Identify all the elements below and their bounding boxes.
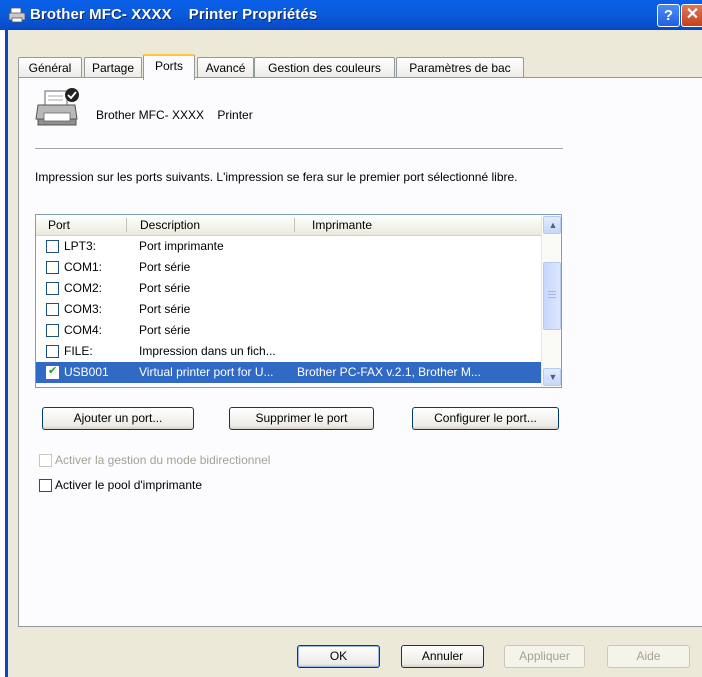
list-item[interactable]: COM2: Port série bbox=[36, 278, 541, 299]
scroll-down-button[interactable]: ▼ bbox=[543, 368, 561, 386]
list-item[interactable]: COM1: Port série bbox=[36, 257, 541, 278]
port-name: USB001 bbox=[64, 365, 109, 379]
add-port-button[interactable]: Ajouter un port... bbox=[42, 407, 194, 430]
tab-parametres-bac[interactable]: Paramètres de bac bbox=[396, 57, 524, 78]
chevron-down-icon: ▼ bbox=[548, 372, 558, 382]
chevron-up-icon: ▲ bbox=[548, 220, 558, 230]
port-description: Virtual printer port for U... bbox=[139, 365, 274, 379]
column-port[interactable]: Port bbox=[48, 218, 70, 232]
separator bbox=[35, 148, 563, 150]
port-name: COM1: bbox=[64, 260, 103, 274]
list-item[interactable]: COM3: Port série bbox=[36, 299, 541, 320]
port-description: Port série bbox=[139, 323, 191, 337]
tab-avance[interactable]: Avancé bbox=[197, 57, 254, 78]
list-item[interactable]: LPT3: Port imprimante bbox=[36, 236, 541, 257]
tab-gestion-couleurs[interactable]: Gestion des couleurs bbox=[254, 57, 395, 78]
port-description: Port série bbox=[139, 260, 191, 274]
bidirectional-checkbox[interactable] bbox=[39, 454, 52, 467]
port-description: Impression dans un fich... bbox=[139, 344, 276, 358]
printer-large-icon bbox=[35, 88, 79, 126]
port-description: Port imprimante bbox=[139, 239, 224, 253]
delete-port-button[interactable]: Supprimer le port bbox=[229, 407, 374, 430]
cancel-button[interactable]: Annuler bbox=[401, 645, 484, 668]
column-printer[interactable]: Imprimante bbox=[312, 218, 372, 232]
port-list[interactable]: Port Description Imprimante LPT3: Port i… bbox=[35, 214, 562, 388]
list-header: Port Description Imprimante bbox=[36, 215, 541, 236]
scroll-up-button[interactable]: ▲ bbox=[543, 216, 561, 234]
port-checkbox[interactable] bbox=[46, 303, 59, 316]
port-checkbox[interactable] bbox=[46, 345, 59, 358]
port-checkbox[interactable] bbox=[46, 364, 59, 379]
bidirectional-label: Activer la gestion du mode bidirectionne… bbox=[55, 453, 271, 467]
port-checkbox[interactable] bbox=[46, 282, 59, 295]
port-printer: Brother PC-FAX v.2.1, Brother M... bbox=[297, 365, 481, 379]
grip-line bbox=[548, 297, 556, 298]
dialog-body: Général Partage Ports Avancé Gestion des… bbox=[5, 30, 702, 677]
apply-button[interactable]: Appliquer bbox=[504, 645, 585, 668]
printer-name: Brother MFC- XXXX Printer bbox=[96, 108, 253, 122]
title-bar[interactable]: Brother MFC- XXXX Printer Propriétés ? ✕ bbox=[0, 0, 702, 30]
list-item[interactable]: COM4: Port série bbox=[36, 320, 541, 341]
tab-general[interactable]: Général bbox=[18, 57, 82, 78]
list-item-selected[interactable]: USB001 Virtual printer port for U... Bro… bbox=[36, 362, 541, 383]
tab-ports[interactable]: Ports bbox=[143, 54, 195, 80]
port-checkbox[interactable] bbox=[46, 261, 59, 274]
port-description: Port série bbox=[139, 281, 191, 295]
list-item[interactable]: FILE: Impression dans un fich... bbox=[36, 341, 541, 362]
tab-partage[interactable]: Partage bbox=[84, 57, 142, 78]
port-name: FILE: bbox=[64, 344, 93, 358]
port-name: COM4: bbox=[64, 323, 103, 337]
column-divider[interactable] bbox=[126, 218, 127, 232]
grip-line bbox=[548, 294, 556, 295]
port-description: Port série bbox=[139, 302, 191, 316]
help-button[interactable]: Aide bbox=[607, 645, 690, 668]
close-icon[interactable]: ✕ bbox=[681, 4, 702, 27]
pooling-label: Activer le pool d'imprimante bbox=[55, 478, 203, 492]
info-text: Impression sur les ports suivants. L'imp… bbox=[35, 170, 518, 184]
scroll-thumb[interactable] bbox=[543, 262, 561, 330]
port-name: COM3: bbox=[64, 302, 103, 316]
vertical-scrollbar[interactable]: ▲ ▼ bbox=[541, 215, 561, 387]
printer-icon bbox=[8, 7, 26, 23]
grip-line bbox=[548, 291, 556, 292]
ok-button[interactable]: OK bbox=[297, 645, 380, 668]
port-checkbox[interactable] bbox=[46, 240, 59, 253]
configure-port-button[interactable]: Configurer le port... bbox=[412, 407, 559, 430]
help-icon[interactable]: ? bbox=[657, 4, 680, 27]
port-checkbox[interactable] bbox=[46, 324, 59, 337]
port-name: COM2: bbox=[64, 281, 103, 295]
window-title: Brother MFC- XXXX Printer Propriétés bbox=[30, 6, 318, 23]
column-divider[interactable] bbox=[294, 218, 295, 232]
pooling-checkbox[interactable] bbox=[39, 479, 52, 492]
port-name: LPT3: bbox=[64, 239, 97, 253]
column-description[interactable]: Description bbox=[140, 218, 200, 232]
